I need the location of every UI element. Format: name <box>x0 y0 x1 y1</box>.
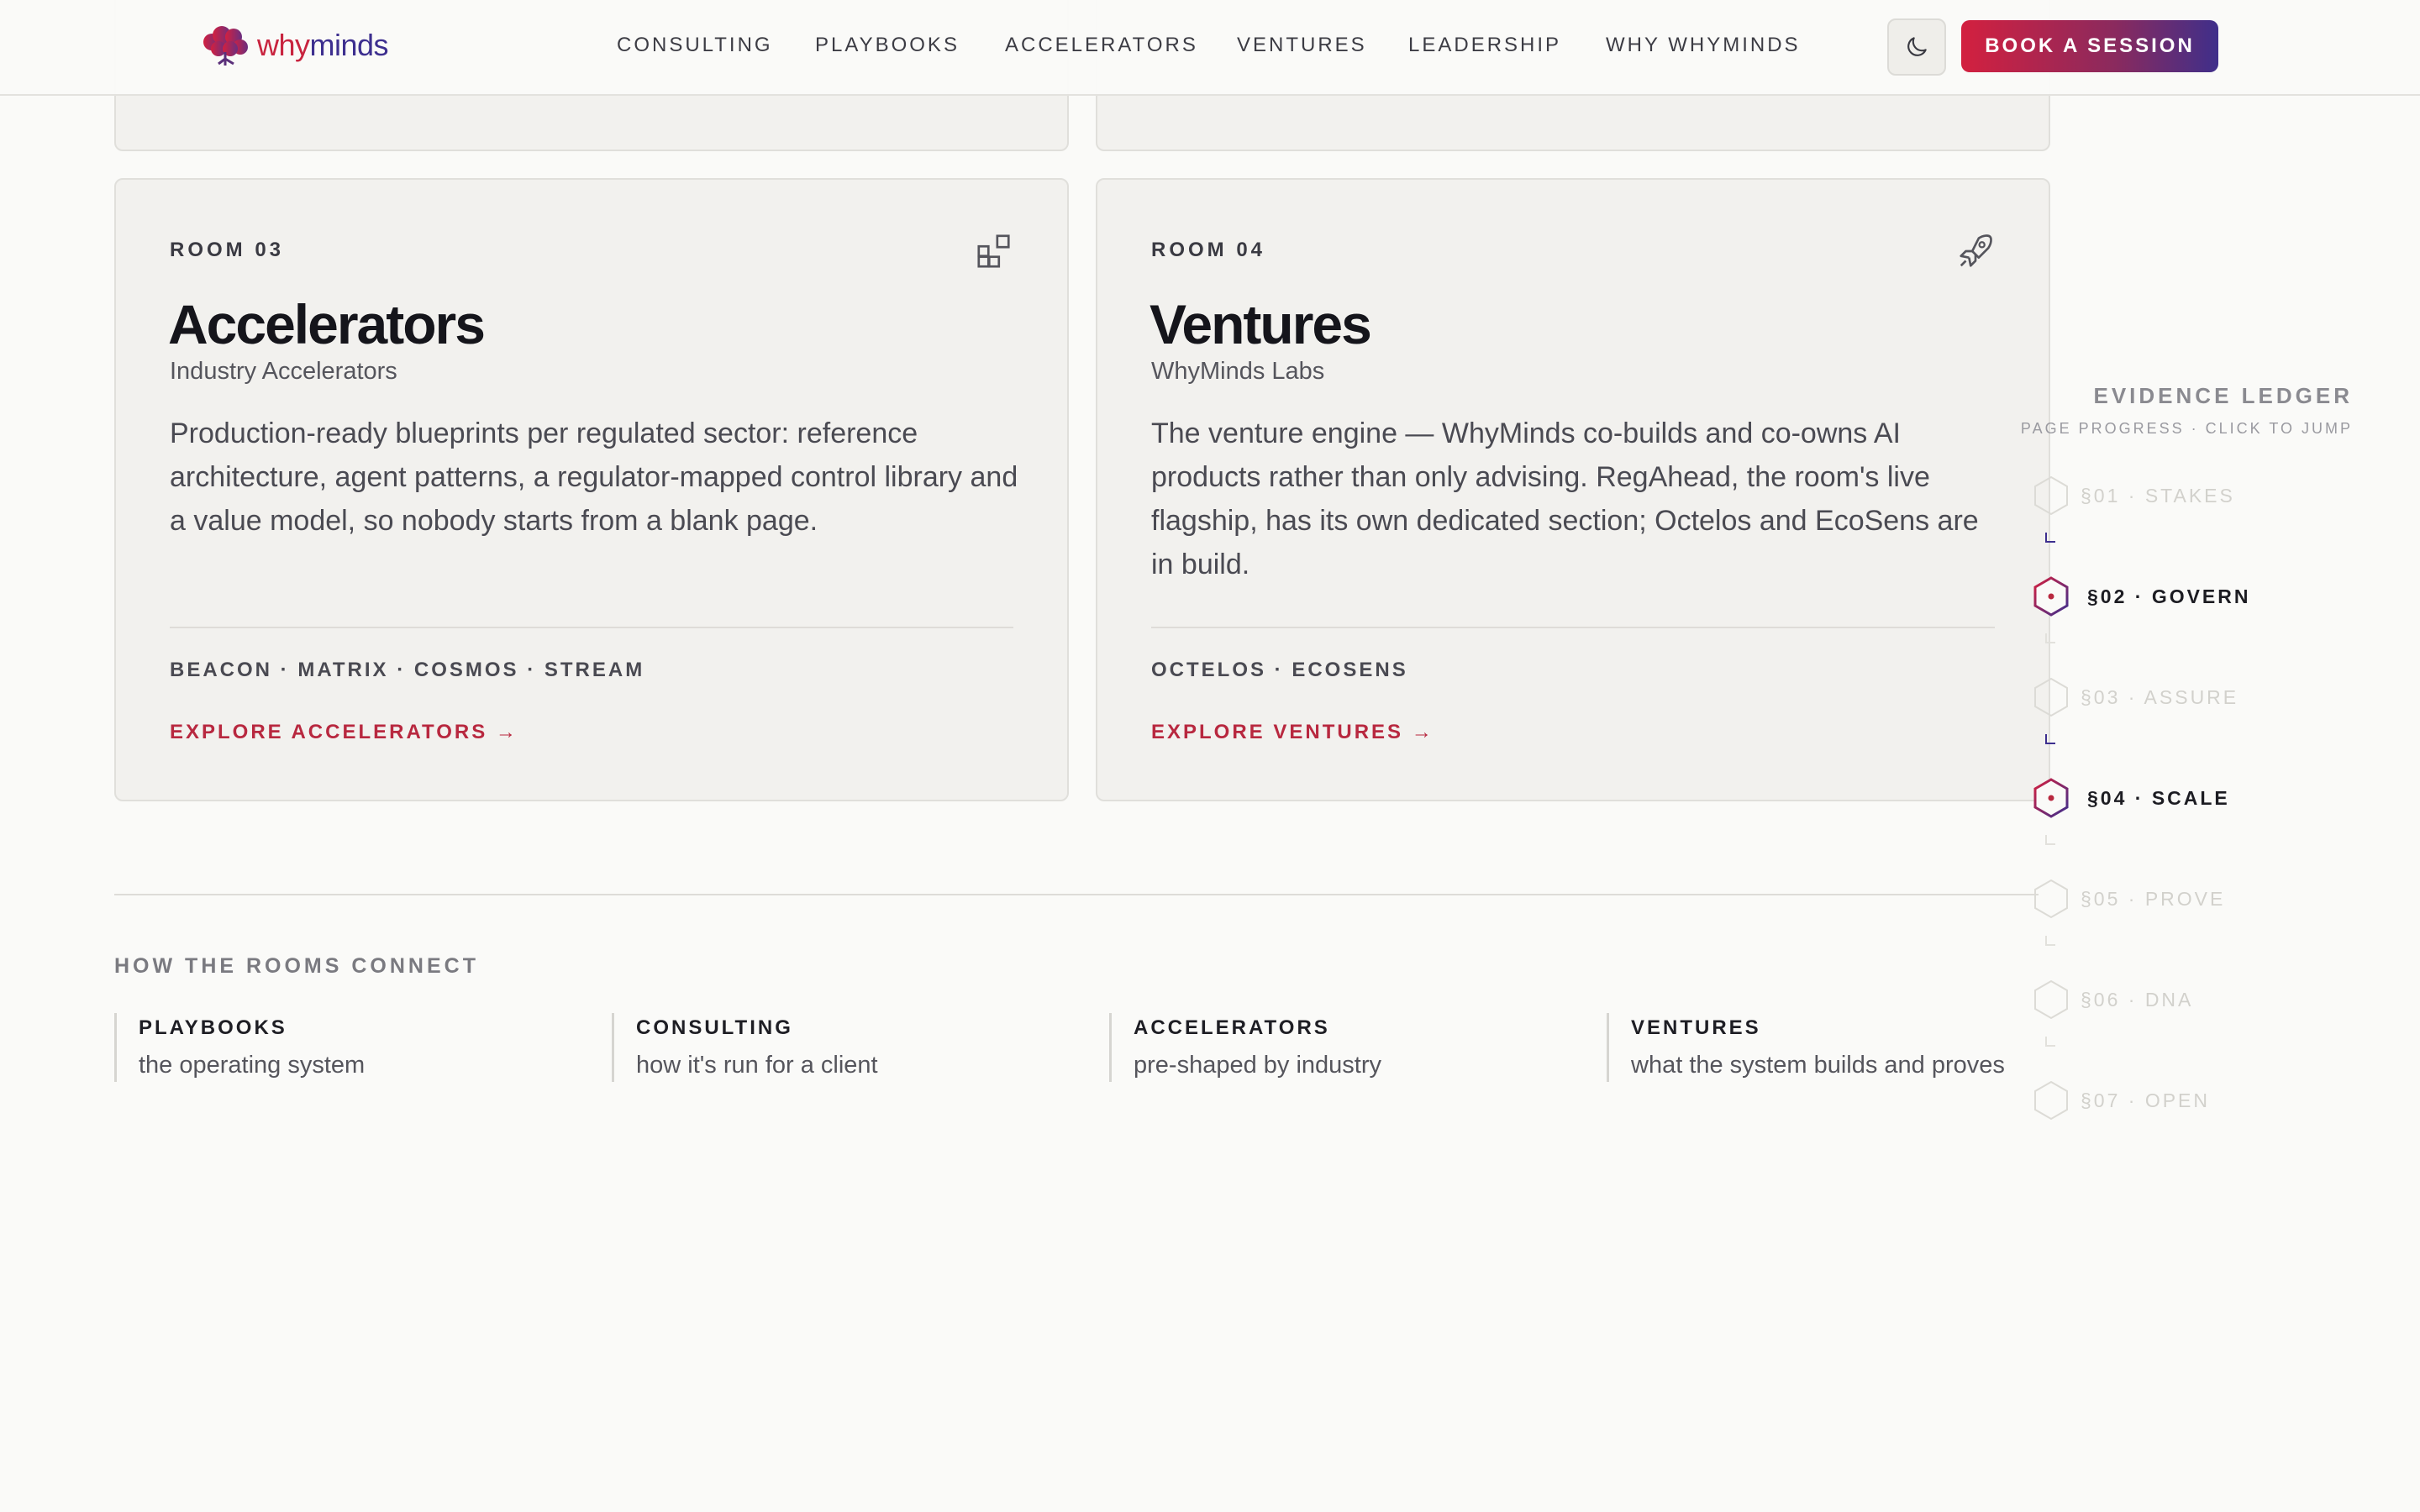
connect-item-ventures: VENTURES what the system builds and prov… <box>1607 1013 2005 1082</box>
site-header: whyminds CONSULTING PLAYBOOKS ACCELERATO… <box>0 0 2420 96</box>
ledger-item-assure[interactable]: §03 · ASSURE <box>2032 677 2238 717</box>
connect-item-text: how it's run for a client <box>636 1052 878 1079</box>
connect-item-consulting: CONSULTING how it's run for a client <box>612 1013 878 1082</box>
ledger-item-label: §06 · DNA <box>2081 988 2194 1011</box>
nav-consulting[interactable]: CONSULTING <box>617 34 773 57</box>
ledger-item-stakes[interactable]: §01 · STAKES <box>2032 475 2235 516</box>
moon-icon <box>1907 37 1927 56</box>
connect-item-accelerators: ACCELERATORS pre-shaped by industry <box>1109 1013 1381 1082</box>
ledger-item-label: §02 · GOVERN <box>2087 585 2251 607</box>
section-divider <box>114 894 2039 895</box>
ledger-subtitle: PAGE PROGRESS · CLICK TO JUMP <box>2020 420 2353 437</box>
divider <box>1151 627 1995 628</box>
book-session-button[interactable]: BOOK A SESSION <box>1961 20 2218 72</box>
explore-ventures-link[interactable]: EXPLORE VENTURES → <box>1151 721 1434 744</box>
hexagon-active-icon <box>2033 778 2069 818</box>
room-card-ventures: ROOM 04 Ventures WhyMinds Labs The ventu… <box>1096 178 2050 801</box>
connect-item-title: ACCELERATORS <box>1134 1016 1330 1039</box>
connect-item-text: the operating system <box>139 1052 366 1079</box>
blocks-icon <box>977 234 1010 268</box>
nav-leadership[interactable]: LEADERSHIP <box>1408 34 1561 57</box>
ledger-item-label: §07 · OPEN <box>2081 1089 2210 1111</box>
hexagon-icon <box>2034 1080 2068 1121</box>
ledger-connector <box>2045 835 2055 845</box>
connect-item-playbooks: PLAYBOOKS the operating system <box>114 1013 365 1082</box>
ledger-item-open[interactable]: §07 · OPEN <box>2032 1080 2210 1121</box>
ledger-item-govern[interactable]: §02 · GOVERN <box>2032 576 2251 617</box>
divider <box>170 627 1013 628</box>
nav-why-whyminds[interactable]: WHY WHYMINDS <box>1606 34 1801 57</box>
connect-item-title: CONSULTING <box>636 1016 793 1039</box>
room-card-accelerators: ROOM 03 Accelerators Industry Accelerato… <box>114 178 1069 801</box>
ledger-connector <box>2045 633 2055 643</box>
ledger-item-label: §01 · STAKES <box>2081 484 2235 507</box>
ledger-connector <box>2045 734 2055 744</box>
ledger-item-dna[interactable]: §06 · DNA <box>2032 979 2193 1020</box>
room-title: Ventures <box>1150 293 1372 355</box>
ledger-item-label: §03 · ASSURE <box>2081 685 2239 708</box>
connect-item-title: VENTURES <box>1631 1016 1761 1039</box>
ledger-connector <box>2045 936 2055 946</box>
room-description: Production-ready blueprints per regulate… <box>170 417 1018 537</box>
ledger-connector <box>2045 533 2055 543</box>
hexagon-icon <box>2034 475 2068 516</box>
explore-accelerators-link[interactable]: EXPLORE ACCELERATORS → <box>170 721 518 744</box>
hexagon-icon <box>2034 879 2068 919</box>
connect-heading: HOW THE ROOMS CONNECT <box>114 954 479 978</box>
room-tags: BEACON · MATRIX · COSMOS · STREAM <box>170 659 645 681</box>
ledger-item-prove[interactable]: §05 · PROVE <box>2032 879 2225 919</box>
room-title: Accelerators <box>168 293 486 355</box>
room-subtitle: WhyMinds Labs <box>1151 358 1325 385</box>
ledger-title: EVIDENCE LEDGER <box>2093 383 2353 408</box>
ledger-connector <box>2045 1037 2055 1047</box>
nav-ventures[interactable]: VENTURES <box>1237 34 1367 57</box>
connect-item-text: what the system builds and proves <box>1631 1052 2005 1079</box>
connect-item-text: pre-shaped by industry <box>1134 1052 1381 1079</box>
hexagon-icon <box>2034 979 2068 1020</box>
room-label: ROOM 04 <box>1151 239 1266 261</box>
room-label: ROOM 03 <box>170 239 285 261</box>
ledger-item-label: §05 · PROVE <box>2081 887 2226 910</box>
nav-accelerators[interactable]: ACCELERATORS <box>1005 34 1198 57</box>
room-tags: OCTELOS · ECOSENS <box>1151 659 1408 681</box>
hexagon-active-icon <box>2033 576 2069 617</box>
rocket-icon <box>1960 234 1992 267</box>
nav-playbooks[interactable]: PLAYBOOKS <box>815 34 960 57</box>
room-description: The venture engine — WhyMinds co-builds … <box>1151 417 1979 580</box>
room-subtitle: Industry Accelerators <box>170 358 397 385</box>
connect-item-title: PLAYBOOKS <box>139 1016 287 1039</box>
theme-toggle-button[interactable] <box>1887 18 1946 76</box>
hexagon-icon <box>2034 677 2068 717</box>
ledger-item-label: §04 · SCALE <box>2087 786 2230 809</box>
ledger-item-scale[interactable]: §04 · SCALE <box>2032 778 2230 818</box>
